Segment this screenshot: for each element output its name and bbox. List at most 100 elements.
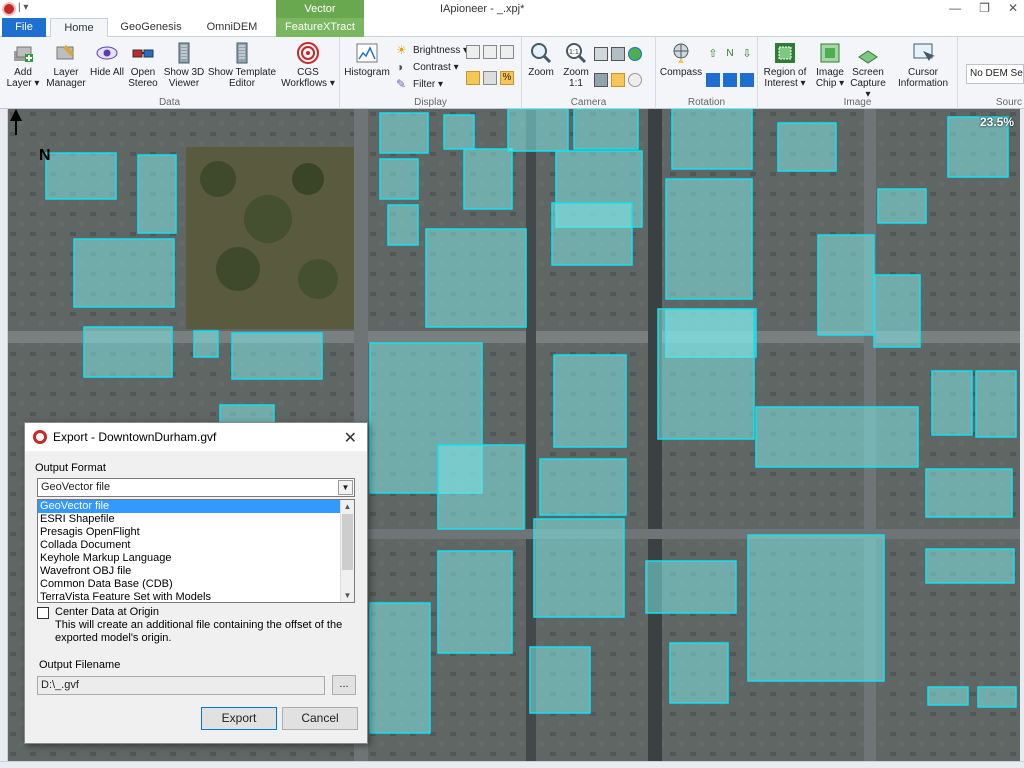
list-item[interactable]: TerraVista Feature Set with Models <box>38 591 354 602</box>
add-layer-label: Add Layer ▾ <box>6 67 40 89</box>
output-format-list[interactable]: GeoVector file ESRI Shapefile Presagis O… <box>37 499 355 603</box>
grid-icon[interactable] <box>483 71 497 85</box>
region-of-interest-button[interactable]: Region of Interest ▾ <box>760 41 810 89</box>
cgs-workflows-button[interactable]: CGS Workflows ▾ <box>279 41 337 89</box>
display-tool-row-2: % <box>466 71 514 85</box>
fit-window-icon[interactable] <box>594 47 608 61</box>
cgs-workflows-label: CGS Workflows ▾ <box>281 67 335 89</box>
group-camera: Zoom 1:1 Zoom 1:1 Camera <box>522 37 656 109</box>
close-window-button[interactable]: ✕ <box>1008 1 1018 15</box>
brightness-label: Brightness ▾ <box>413 44 469 56</box>
context-tab-group-vector: Vector <box>276 0 364 18</box>
browse-button[interactable]: ... <box>332 675 356 695</box>
close-icon[interactable]: ✕ <box>344 428 357 448</box>
histogram-button[interactable]: Histogram <box>342 41 392 78</box>
list-scrollbar[interactable]: ▲ ▼ <box>340 500 354 602</box>
tab-home[interactable]: Home <box>50 18 108 38</box>
pan-tool-icon[interactable] <box>611 73 625 87</box>
chevron-down-icon[interactable]: ▼ <box>338 480 353 495</box>
tab-file[interactable]: File <box>2 18 46 37</box>
contrast-label: Contrast ▾ <box>413 61 459 73</box>
group-data: Add Layer ▾ Layer Manager Hide All Open … <box>0 37 340 109</box>
window-title: IApioneer - _.xpj* <box>440 3 525 15</box>
compass-button[interactable]: Compass <box>658 41 704 78</box>
dialog-title-bar[interactable]: Export - DowntownDurham.gvf ✕ <box>25 423 367 451</box>
zoom-1-1-button[interactable]: 1:1 Zoom 1:1 <box>560 41 592 89</box>
map-view-icon[interactable] <box>611 47 625 61</box>
scrollbar-thumb[interactable] <box>342 514 353 570</box>
list-item[interactable]: Wavefront OBJ file <box>38 565 354 578</box>
mirror-icon[interactable] <box>740 73 754 87</box>
sharpen-icon[interactable] <box>500 45 514 59</box>
screen-capture-label: Screen Capture ▾ <box>850 67 886 100</box>
3d-viewer-icon <box>178 42 190 64</box>
tab-omnidem[interactable]: OmniDEM <box>192 18 272 37</box>
chevron-down-icon[interactable]: ▼ <box>341 589 354 602</box>
list-item[interactable]: Keyhole Markup Language <box>38 552 354 565</box>
list-item[interactable]: Collada Document <box>38 539 354 552</box>
add-layer-button[interactable]: Add Layer ▾ <box>4 41 42 89</box>
output-filename-field[interactable]: D:\_.gvf <box>37 676 325 695</box>
right-panel-strip[interactable] <box>1020 109 1024 761</box>
flip-horizontal-icon[interactable] <box>723 73 737 87</box>
app-logo-icon[interactable] <box>2 2 16 16</box>
curves-icon[interactable] <box>483 45 497 59</box>
dialog-title: Export - DowntownDurham.gvf <box>53 430 217 444</box>
globe-icon[interactable] <box>628 47 642 61</box>
group-image: Region of Interest ▾ Image Chip ▾ Screen… <box>758 37 958 109</box>
list-item[interactable]: ESRI Shapefile <box>38 513 354 526</box>
tab-geogenesis[interactable]: GeoGenesis <box>112 18 190 37</box>
camera-tool-row-2 <box>594 73 642 87</box>
show-3d-viewer-button[interactable]: Show 3D Viewer <box>162 41 206 89</box>
quick-access-toolbar[interactable]: | ▾ <box>18 2 28 13</box>
show-template-editor-button[interactable]: Show Template Editor <box>207 41 277 89</box>
minimize-button[interactable]: — <box>949 1 961 15</box>
screen-capture-button[interactable]: Screen Capture ▾ <box>848 41 888 100</box>
center-data-description: This will create an additional file cont… <box>55 619 343 631</box>
list-item[interactable]: Common Data Base (CDB) <box>38 578 354 591</box>
north-label: N <box>39 147 51 164</box>
list-item[interactable]: GeoVector file <box>38 500 354 513</box>
percent-icon[interactable]: % <box>500 71 514 85</box>
output-format-select[interactable]: GeoVector file ▼ <box>37 478 355 497</box>
layer-manager-label: Layer Manager <box>46 67 86 89</box>
brightness-button[interactable]: ☀ Brightness ▾ <box>396 43 468 57</box>
center-data-checkbox[interactable] <box>37 607 49 619</box>
group-label-display: Display <box>414 97 447 108</box>
filter-button[interactable]: ✎ Filter ▾ <box>396 77 443 91</box>
hide-all-button[interactable]: Hide All <box>90 41 124 78</box>
left-panel-strip[interactable] <box>0 109 8 761</box>
cursor-information-button[interactable]: Cursor Information <box>892 41 954 89</box>
zoom-button[interactable]: Zoom <box>524 41 558 78</box>
export-button[interactable]: Export <box>201 707 277 730</box>
rotate-icon[interactable]: ⇩ <box>740 47 754 61</box>
output-filename-label: Output Filename <box>39 659 121 671</box>
zoom-level-readout: 23.5% <box>979 115 1014 129</box>
magnifier-icon <box>531 43 552 64</box>
open-stereo-button[interactable]: Open Stereo <box>126 41 160 89</box>
image-chip-icon <box>820 43 840 63</box>
zoom-1-1-label: Zoom 1:1 <box>563 67 589 89</box>
link-icon[interactable] <box>628 73 642 87</box>
cancel-button[interactable]: Cancel <box>282 707 358 730</box>
chevron-up-icon[interactable]: ▲ <box>341 500 354 513</box>
show-template-editor-label: Show Template Editor <box>207 67 277 89</box>
dem-source-select[interactable]: No DEM Se <box>966 64 1024 84</box>
pen-tool-icon[interactable] <box>466 71 480 85</box>
contrast-button[interactable]: ◑ Contrast ▾ <box>396 60 459 74</box>
north-label-icon[interactable]: N <box>723 47 737 61</box>
levels-icon[interactable] <box>466 45 480 59</box>
image-chip-button[interactable]: Image Chip ▾ <box>812 41 848 89</box>
list-item[interactable]: Presagis OpenFlight <box>38 526 354 539</box>
tab-featurextract[interactable]: FeatureXTract <box>276 18 364 37</box>
group-display: Histogram ☀ Brightness ▾ ◑ Contrast ▾ ✎ … <box>340 37 522 109</box>
restore-button[interactable]: ❐ <box>979 1 990 15</box>
open-stereo-label: Open Stereo <box>128 67 158 89</box>
screen-icon[interactable] <box>594 73 608 87</box>
flip-vertical-icon[interactable] <box>706 73 720 87</box>
north-up-icon[interactable]: ⇧ <box>706 47 720 61</box>
layer-manager-button[interactable]: Layer Manager <box>44 41 88 89</box>
image-chip-label: Image Chip ▾ <box>815 67 845 89</box>
center-data-label[interactable]: Center Data at Origin <box>55 606 159 618</box>
north-arrow-icon <box>10 109 22 135</box>
